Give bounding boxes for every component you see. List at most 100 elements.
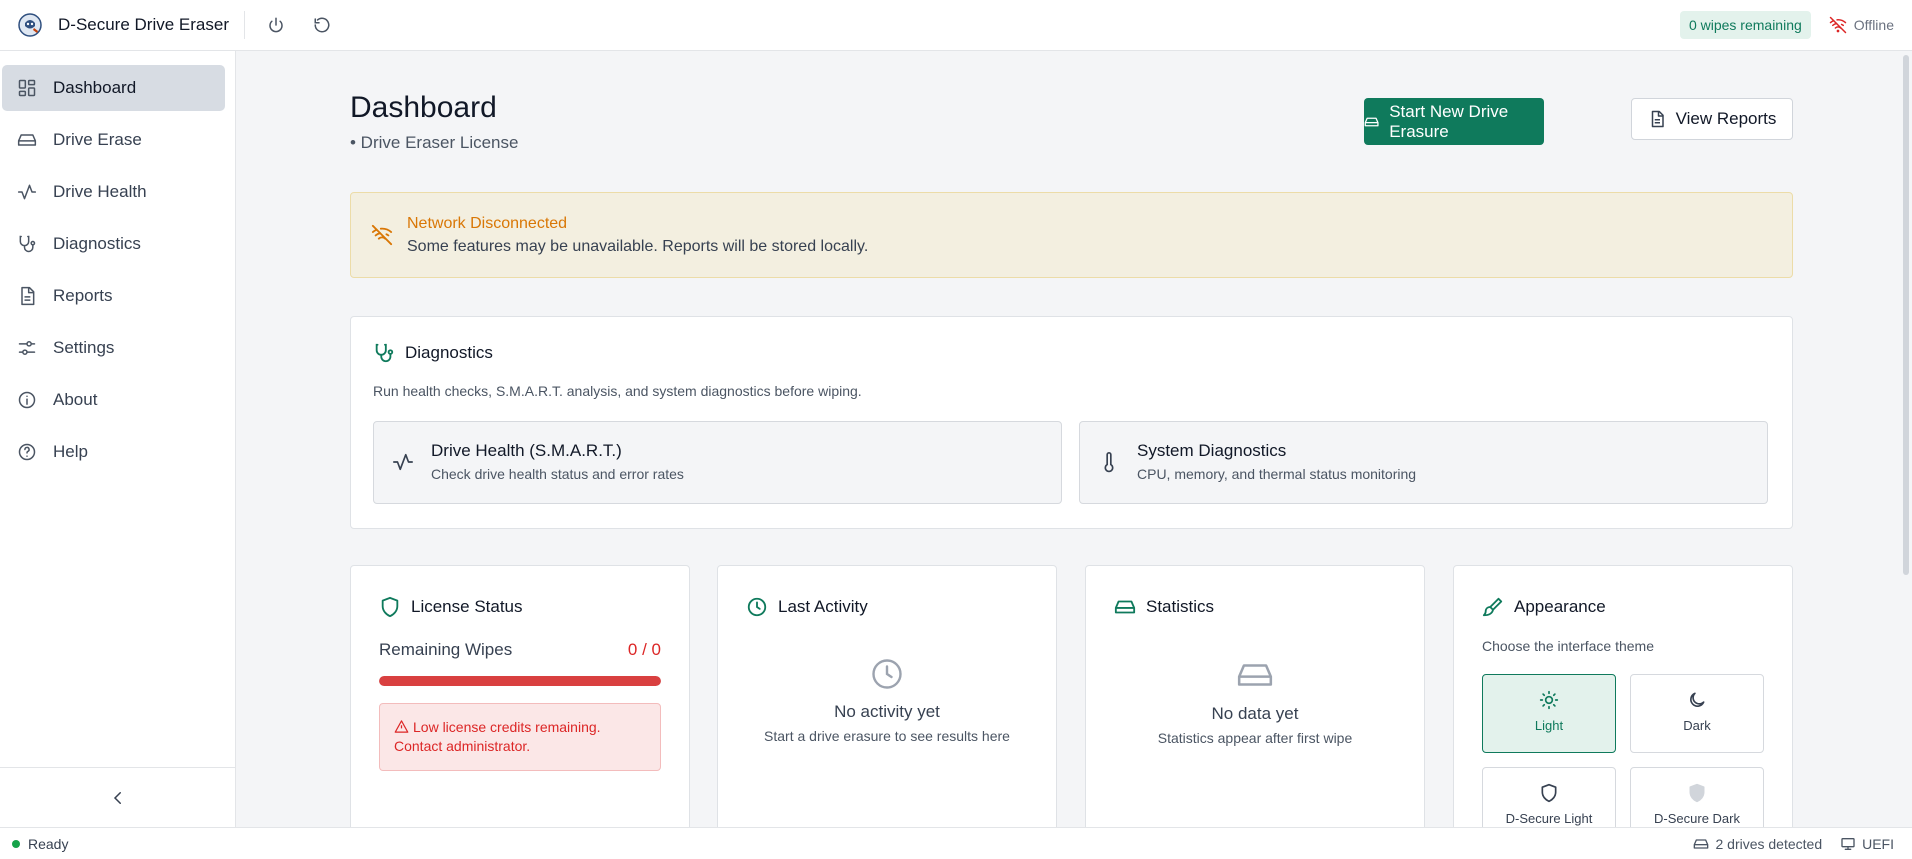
network-status: Offline — [1829, 16, 1894, 34]
firmware-mode: UEFI — [1840, 836, 1894, 852]
moon-icon — [1690, 692, 1705, 707]
stethoscope-icon — [375, 343, 394, 363]
sidebar-item-label: Drive Health — [53, 182, 147, 201]
shield-icon — [1541, 783, 1557, 803]
sidebar-item-drive-erase[interactable]: Drive Erase — [2, 117, 225, 163]
theme-option-d-secure-dark[interactable]: D-Secure Dark — [1630, 767, 1764, 827]
stethoscope-icon — [19, 235, 36, 253]
sidebar-item-label: Drive Erase — [53, 130, 142, 149]
sidebar-item-label: Help — [53, 442, 88, 461]
clock-icon — [872, 659, 902, 689]
sidebar-item-diagnostics[interactable]: Diagnostics — [2, 221, 225, 267]
topbar-divider — [244, 11, 245, 39]
power-button[interactable] — [259, 8, 293, 42]
sliders-icon — [18, 341, 36, 355]
refresh-icon — [314, 17, 330, 33]
wifi-off-icon — [1829, 16, 1847, 34]
sidebar: Dashboard Drive Erase Drive Health Diagn… — [0, 51, 236, 827]
drives-detected-label: 2 drives detected — [1715, 835, 1823, 852]
drive-icon — [1694, 838, 1709, 849]
wifi-off-icon — [371, 224, 393, 246]
license-warning: Low license credits remaining. Contact a… — [379, 703, 661, 771]
theme-option-dark[interactable]: Dark — [1630, 674, 1764, 753]
statistics-empty-title: No data yet — [1211, 704, 1299, 723]
appearance-card-title: Appearance — [1514, 597, 1606, 616]
status-dot — [12, 839, 20, 848]
paintbrush-icon — [1482, 597, 1503, 617]
app-status: Ready — [12, 836, 68, 852]
theme-option-light[interactable]: Light — [1482, 674, 1616, 753]
page-subtitle: • Drive Eraser License — [350, 133, 519, 152]
sidebar-item-drive-health[interactable]: Drive Health — [2, 169, 225, 215]
brand: D-Secure Drive Eraser — [17, 12, 229, 38]
license-status-card: License Status Remaining Wipes 0 / 0 Low… — [350, 565, 690, 827]
statistics-card: Statistics No data yet Statistics appear… — [1085, 565, 1425, 827]
activity-card-header: Last Activity — [746, 596, 868, 618]
shield-filled-icon — [1689, 783, 1705, 803]
diagnostics-card: Diagnostics Run health checks, S.M.A.R.T… — [350, 316, 1793, 529]
diagnostics-description: Run health checks, S.M.A.R.T. analysis, … — [373, 383, 862, 399]
sidebar-item-label: Settings — [53, 338, 115, 357]
main-scrollbar[interactable] — [1903, 55, 1909, 575]
drives-detected: 2 drives detected — [1693, 836, 1822, 852]
sidebar-item-reports[interactable]: Reports — [2, 273, 225, 319]
remaining-wipes-row: Remaining Wipes 0 / 0 — [379, 640, 661, 660]
thermometer-icon — [1098, 451, 1120, 473]
alert-title: Network Disconnected — [407, 215, 568, 232]
license-warning-text: Low license credits remaining. Contact a… — [394, 719, 601, 754]
drive-health-card-title: Drive Health (S.M.A.R.T.) — [431, 441, 622, 460]
start-new-drive-erasure-label: Start New Drive Erasure — [1389, 101, 1509, 141]
sidebar-item-about[interactable]: About — [2, 377, 225, 423]
drive-icon — [17, 134, 37, 146]
diagnostics-card-title: Diagnostics — [405, 343, 493, 362]
status-bar: Ready 2 drives detected UEFI — [0, 827, 1912, 859]
statistics-card-header: Statistics — [1114, 596, 1214, 618]
chevron-left-icon — [113, 791, 121, 804]
top-bar: D-Secure Drive Eraser 0 wipes remaining … — [0, 0, 1912, 51]
system-diagnostics-card[interactable]: System Diagnostics CPU, memory, and ther… — [1079, 421, 1768, 504]
system-diagnostics-card-description: CPU, memory, and thermal status monitori… — [1137, 466, 1417, 482]
document-icon — [1651, 110, 1664, 128]
activity-icon — [17, 184, 37, 200]
activity-empty-state: No activity yet Start a drive erasure to… — [718, 656, 1056, 744]
page-title: Dashboard — [350, 91, 497, 124]
clock-icon — [747, 597, 767, 617]
firmware-mode-label: UEFI — [1862, 835, 1894, 852]
appearance-card-header: Appearance — [1482, 596, 1606, 618]
power-icon — [269, 17, 283, 33]
last-activity-card: Last Activity No activity yet Start a dr… — [717, 565, 1057, 827]
sidebar-item-help[interactable]: Help — [2, 429, 225, 475]
remaining-wipes-label: Remaining Wipes — [379, 640, 513, 659]
collapse-sidebar-button[interactable] — [0, 767, 235, 827]
activity-icon — [392, 451, 414, 473]
sidebar-item-settings[interactable]: Settings — [2, 325, 225, 371]
view-reports-button[interactable]: View Reports — [1631, 98, 1793, 140]
wipes-remaining-badge: 0 wipes remaining — [1679, 11, 1811, 39]
sidebar-item-label: About — [53, 390, 98, 409]
drive-icon — [1114, 600, 1136, 614]
restart-button[interactable] — [305, 8, 339, 42]
sidebar-item-label: Reports — [53, 286, 113, 305]
sidebar-item-dashboard[interactable]: Dashboard — [2, 65, 225, 111]
activity-card-title: Last Activity — [778, 597, 868, 616]
appearance-card: Appearance Choose the interface theme Li… — [1453, 565, 1793, 827]
warning-icon — [394, 720, 409, 733]
sidebar-item-label: Dashboard — [53, 78, 137, 97]
activity-empty-subtitle: Start a drive erasure to see results her… — [764, 728, 1010, 744]
remaining-wipes-value: 0 / 0 — [627, 640, 661, 659]
dashboard-icon — [18, 79, 36, 97]
license-usage-bar — [379, 676, 661, 686]
theme-option-d-secure-light[interactable]: D-Secure Light — [1482, 767, 1616, 827]
theme-option-label: Light — [1534, 718, 1564, 733]
view-reports-label: View Reports — [1675, 109, 1777, 128]
license-card-header: License Status — [379, 596, 523, 618]
appearance-description: Choose the interface theme — [1482, 638, 1654, 654]
main-content: Dashboard • Drive Eraser License Start N… — [236, 51, 1912, 827]
statistics-card-title: Statistics — [1146, 597, 1215, 616]
theme-option-label: D-Secure Light — [1505, 811, 1593, 826]
info-icon — [18, 391, 36, 409]
drive-health-card[interactable]: Drive Health (S.M.A.R.T.) Check drive he… — [373, 421, 1062, 504]
start-new-drive-erasure-button[interactable]: Start New Drive Erasure — [1364, 98, 1544, 145]
theme-option-label: Dark — [1683, 718, 1711, 733]
monitor-icon — [1841, 837, 1855, 850]
